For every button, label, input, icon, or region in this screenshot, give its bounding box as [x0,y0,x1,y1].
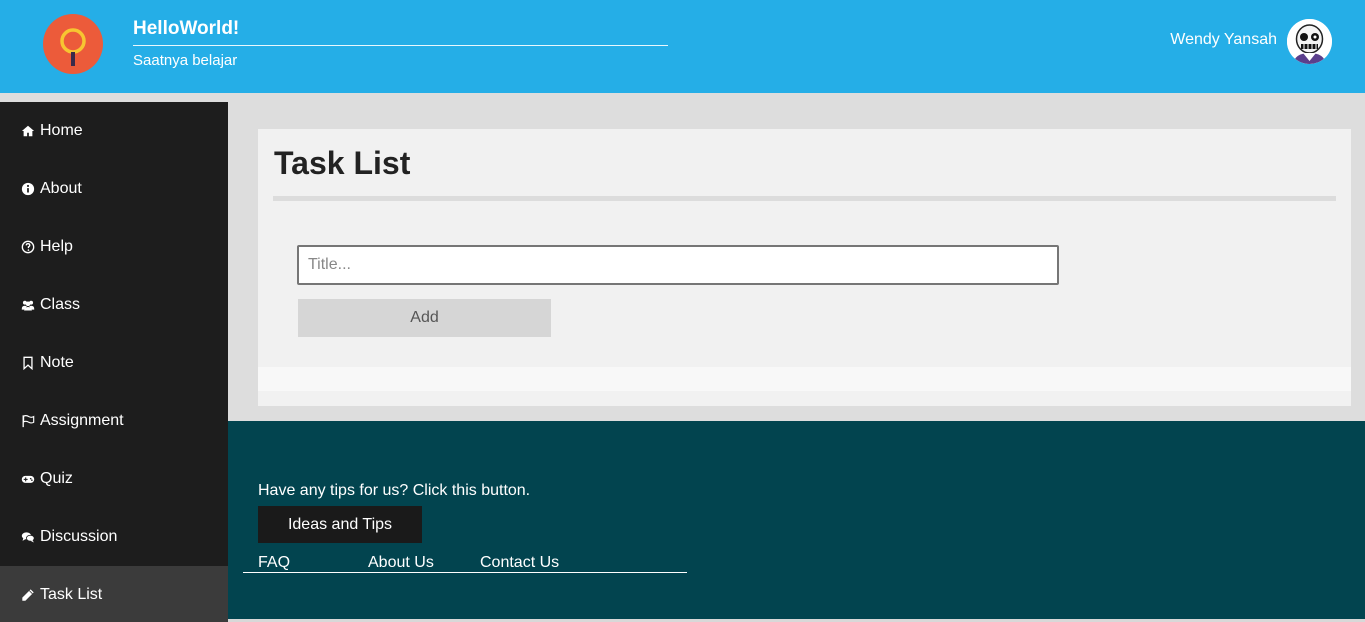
sidebar-item-label: Discussion [40,528,118,545]
footer-link-contact-us[interactable]: Contact Us [480,554,559,572]
pencil-icon [20,587,36,603]
sidebar-item-label: Home [40,122,83,139]
footer: Have any tips for us? Click this button.… [228,421,1365,622]
sidebar-item-label: Help [40,238,73,255]
brand-title: HelloWorld! [133,18,240,39]
sidebar-item-home[interactable]: Home [0,102,228,160]
footer-links: FAQ About Us Contact Us [243,553,687,573]
brand-underline [133,45,668,46]
info-icon [20,181,36,197]
task-title-input[interactable] [297,245,1059,285]
sidebar-item-assignment[interactable]: Assignment [0,392,228,450]
avatar[interactable] [1287,19,1332,64]
gamepad-icon [20,471,36,487]
sidebar-item-about[interactable]: About [0,160,228,218]
flag-icon [20,413,36,429]
sidebar-item-help[interactable]: Help [0,218,228,276]
brand-subtitle: Saatnya belajar [133,52,238,69]
sidebar-item-note[interactable]: Note [0,334,228,392]
sidebar: Home About Help Class Note Assignment Qu… [0,102,228,622]
sidebar-item-label: Task List [40,586,103,603]
sidebar-item-quiz[interactable]: Quiz [0,450,228,508]
tips-text: Have any tips for us? Click this button. [258,482,531,499]
title-divider [273,196,1336,201]
users-icon [20,297,36,313]
sidebar-item-discussion[interactable]: Discussion [0,508,228,566]
home-icon [20,123,36,139]
sidebar-item-label: Assignment [40,412,124,429]
sidebar-item-label: Quiz [40,470,73,487]
sidebar-item-label: About [40,180,82,197]
footer-link-about-us[interactable]: About Us [368,554,434,572]
footer-link-faq[interactable]: FAQ [258,554,290,572]
question-icon [20,239,36,255]
comments-icon [20,529,36,545]
user-name[interactable]: Wendy Yansah [1170,31,1277,49]
add-task-button[interactable]: Add [298,299,551,337]
top-header: HelloWorld! Saatnya belajar Wendy Yansah [0,0,1365,93]
task-list-card: Task List Add [258,129,1351,406]
magnifier-logo-icon[interactable] [43,14,103,74]
sidebar-item-class[interactable]: Class [0,276,228,334]
sidebar-item-task-list[interactable]: Task List [0,566,228,622]
ideas-and-tips-button[interactable]: Ideas and Tips [258,506,422,543]
sidebar-item-label: Class [40,296,81,313]
task-list-area [258,367,1351,391]
page-title: Task List [274,145,411,181]
sidebar-item-label: Note [40,354,74,371]
bookmark-icon [20,355,36,371]
